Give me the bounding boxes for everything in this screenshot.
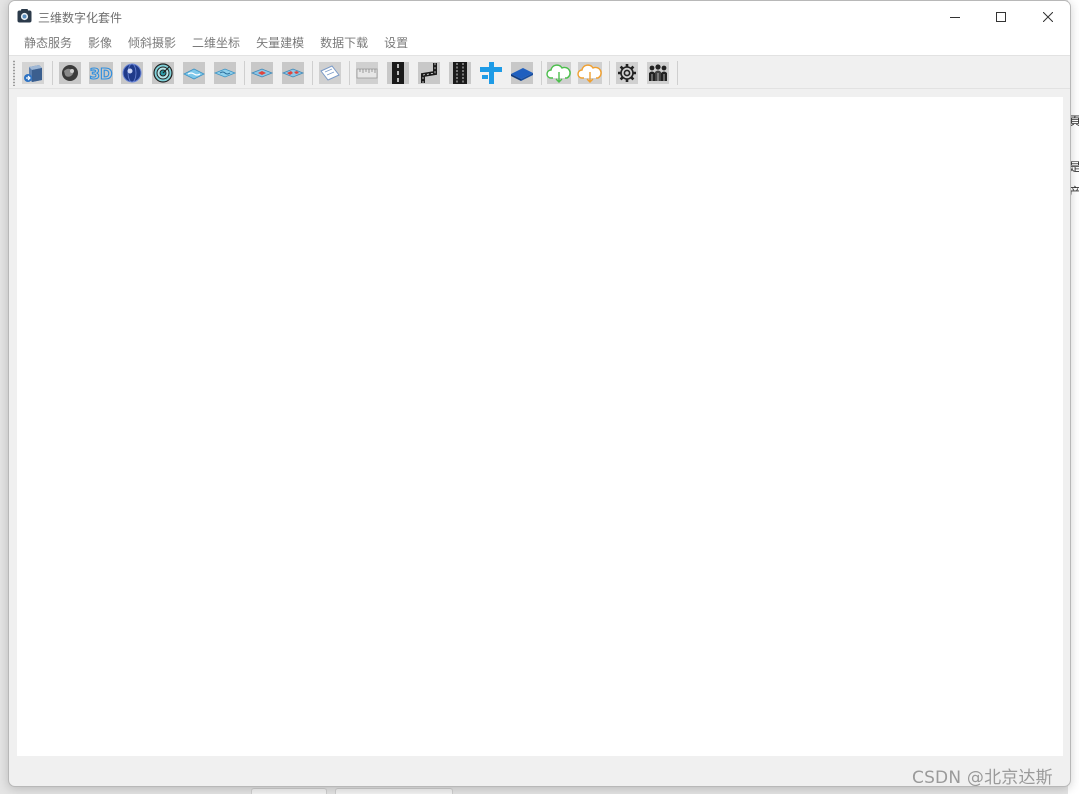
- tool-blue-plane[interactable]: [509, 60, 535, 86]
- menu-settings[interactable]: 设置: [376, 32, 416, 55]
- toolbar: 3D: [9, 55, 1070, 89]
- main-window: 三维数字化套件 静态服务 影像 倾斜摄影 二维坐标 矢量建模 数据下载 设置 3…: [8, 0, 1071, 787]
- menu-data-download[interactable]: 数据下载: [312, 32, 376, 55]
- background-tab: [335, 788, 453, 794]
- toolbar-separator: [244, 61, 245, 85]
- toolbar-separator: [541, 61, 542, 85]
- toolbar-separator: [52, 61, 53, 85]
- tool-3d[interactable]: 3D: [88, 60, 114, 86]
- 3d-text-icon: 3D: [89, 62, 113, 84]
- tool-layer-red[interactable]: [249, 60, 275, 86]
- water-layer-icon: [183, 62, 205, 84]
- users-group-icon: [647, 62, 669, 84]
- tool-water-layer-alt[interactable]: [212, 60, 238, 86]
- road-curve-icon: [418, 62, 440, 84]
- toolbar-separator: [349, 61, 350, 85]
- close-button[interactable]: [1025, 1, 1070, 32]
- gear-icon: [616, 62, 638, 84]
- blue-plane-icon: [511, 62, 533, 84]
- background-tab: [251, 788, 327, 794]
- water-layer-alt-icon: [213, 62, 237, 84]
- tool-cloud-download-orange[interactable]: [577, 60, 603, 86]
- radar-target-icon: [152, 62, 174, 84]
- cube-export-icon: [22, 62, 44, 84]
- tool-terrain-sphere[interactable]: [57, 60, 83, 86]
- tool-pipe-tee[interactable]: [478, 60, 504, 86]
- maximize-button[interactable]: [978, 1, 1024, 32]
- watermark: CSDN @北京达斯: [912, 768, 1053, 788]
- tool-settings[interactable]: [614, 60, 640, 86]
- title-bar[interactable]: 三维数字化套件: [9, 1, 1070, 32]
- terrain-sphere-icon: [59, 62, 81, 84]
- cloud-download-green-icon: [546, 62, 571, 84]
- camera-icon: [17, 9, 32, 23]
- toolbar-separator: [312, 61, 313, 85]
- tool-cloud-download-green[interactable]: [546, 60, 572, 86]
- road-dashed-icon: [449, 62, 471, 84]
- maximize-icon: [996, 11, 1006, 22]
- main-workspace[interactable]: [17, 97, 1063, 756]
- 3d-label: 3D: [90, 65, 113, 83]
- tool-users[interactable]: [645, 60, 671, 86]
- toolbar-separator: [609, 61, 610, 85]
- tool-document-edit[interactable]: [317, 60, 343, 86]
- window-title: 三维数字化套件: [38, 11, 123, 25]
- tool-road-dashed[interactable]: [447, 60, 473, 86]
- tool-ruler[interactable]: [354, 60, 380, 86]
- layer-red-icon: [250, 62, 274, 84]
- road-vertical-icon: [387, 62, 409, 84]
- tool-globe[interactable]: [119, 60, 145, 86]
- menu-vector-modeling[interactable]: 矢量建模: [248, 32, 312, 55]
- pipe-tee-icon: [480, 62, 502, 84]
- cloud-download-orange-icon: [577, 62, 602, 84]
- tool-water-layer[interactable]: [181, 60, 207, 86]
- document-edit-icon: [319, 62, 341, 84]
- minimize-icon: [950, 16, 960, 18]
- menu-bar: 静态服务 影像 倾斜摄影 二维坐标 矢量建模 数据下载 设置: [9, 32, 1070, 55]
- menu-imagery[interactable]: 影像: [80, 32, 120, 55]
- ruler-icon: [356, 62, 378, 84]
- tool-road-vertical[interactable]: [385, 60, 411, 86]
- layer-red-alt-icon: [281, 62, 305, 84]
- tool-layer-red-alt[interactable]: [280, 60, 306, 86]
- menu-static-service[interactable]: 静态服务: [16, 32, 80, 55]
- tool-road-curve[interactable]: [416, 60, 442, 86]
- minimize-button[interactable]: [932, 1, 978, 32]
- close-icon: [1043, 11, 1053, 22]
- tool-cube-export[interactable]: [20, 60, 46, 86]
- menu-2d-coordinates[interactable]: 二维坐标: [184, 32, 248, 55]
- toolbar-separator: [677, 61, 678, 85]
- menu-oblique-photography[interactable]: 倾斜摄影: [120, 32, 184, 55]
- toolbar-grip[interactable]: [13, 60, 15, 86]
- globe-icon: [121, 62, 143, 84]
- tool-radar-target[interactable]: [150, 60, 176, 86]
